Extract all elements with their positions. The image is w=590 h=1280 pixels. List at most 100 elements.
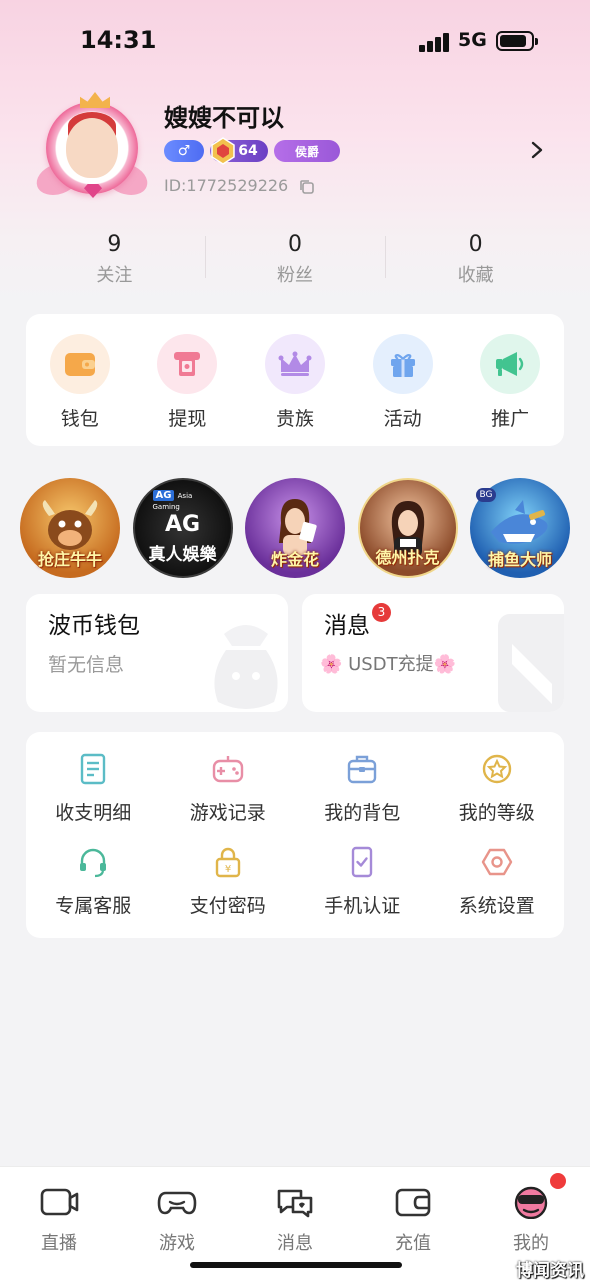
messages-card-title: 消息: [324, 613, 370, 639]
quick-action-withdraw[interactable]: 提现: [147, 334, 227, 446]
level-emblem-icon: [211, 137, 235, 165]
game-ag-live[interactable]: AG Asia Gaming AG 真人娛樂: [132, 478, 233, 578]
bobi-wallet-card[interactable]: 波币钱包 暂无信息: [26, 594, 288, 712]
quick-action-wallet[interactable]: 钱包: [40, 334, 120, 446]
bg-logo-icon: BG: [476, 488, 496, 502]
quick-action-label: 贵族: [275, 408, 314, 430]
game-label: 炸金花: [270, 550, 319, 569]
game-label: 抢庄牛牛: [37, 550, 102, 569]
tab-label: 充值: [395, 1233, 431, 1254]
game-texas-poker[interactable]: 德州扑克: [357, 478, 458, 578]
gift-icon: [372, 334, 433, 394]
gamepad-icon: [212, 756, 243, 783]
gamepad-tab-icon: [157, 1191, 197, 1215]
game-qiangzhuang-niuniu[interactable]: 抢庄牛牛: [20, 478, 120, 578]
battery-icon: [496, 31, 538, 51]
user-id: ID:1772529226: [164, 176, 289, 195]
username: 嫂嫂不可以: [164, 104, 284, 132]
tab-live[interactable]: 直播: [0, 1167, 118, 1280]
menu-item-backpack[interactable]: 我的背包: [295, 752, 430, 844]
quick-action-noble[interactable]: 贵族: [255, 334, 335, 446]
quick-actions-card: 钱包 提现 贵族 活动 推广: [26, 314, 564, 446]
stat-value: 0: [288, 232, 302, 257]
menu-item-payment-password[interactable]: ¥ 支付密码: [161, 845, 296, 937]
menu-label: 我的等级: [458, 802, 535, 824]
avatar[interactable]: [32, 92, 152, 204]
stat-value: 9: [107, 232, 122, 257]
menu-item-phone-verification[interactable]: 手机认证: [295, 845, 430, 937]
camera-icon: [40, 1188, 79, 1216]
menu-label: 游戏记录: [189, 802, 266, 824]
user-badges: ♂ 64 侯爵: [164, 137, 340, 165]
level-badge: 64: [210, 137, 268, 165]
phone-verify-icon: [352, 846, 373, 878]
stat-fans[interactable]: 0 粉丝: [204, 226, 386, 290]
menu-item-transactions[interactable]: 收支明细: [26, 752, 161, 844]
gender-badge: ♂: [164, 140, 204, 162]
menu-label: 专属客服: [55, 895, 132, 917]
wallet-card-subtitle: 暂无信息: [48, 654, 125, 676]
ag-logo: AG Asia Gaming: [152, 490, 217, 511]
stats-row: 9 关注 0 粉丝 0 收藏: [24, 226, 566, 290]
menu-item-settings[interactable]: 系统设置: [430, 845, 565, 937]
tab-label: 直播: [41, 1233, 77, 1254]
games-row: 抢庄牛牛 AG Asia Gaming AG 真人娛樂 炸金花 德州扑克 BG …: [20, 478, 570, 578]
status-bar: 14:31 5G: [0, 22, 590, 62]
watermark-text: 博闻资讯: [516, 1261, 584, 1280]
messages-card-subtitle: 🌸 USDT充提🌸: [320, 654, 457, 675]
svg-text:¥: ¥: [225, 864, 231, 875]
level-star-icon: [482, 754, 511, 784]
quick-action-label: 推广: [491, 408, 530, 430]
chevron-right-icon[interactable]: [528, 138, 546, 162]
unread-count-badge: 3: [372, 603, 391, 622]
withdraw-icon: [157, 334, 218, 394]
crown-icon: [264, 334, 325, 394]
stat-label: 收藏: [457, 265, 494, 286]
ag-title: AG: [164, 512, 201, 537]
ag-subtitle: 真人娛樂: [148, 545, 217, 565]
tab-label: 游戏: [159, 1233, 195, 1254]
profile-avatar-icon: [514, 1186, 548, 1220]
menu-label: 收支明细: [55, 802, 132, 824]
quick-action-promote[interactable]: 推广: [470, 334, 550, 446]
menu-label: 我的背包: [324, 802, 401, 824]
quick-action-label: 提现: [168, 408, 207, 430]
megaphone-icon: [480, 334, 541, 394]
wallet-icon: [49, 334, 110, 394]
game-zhajinhua[interactable]: 炸金花: [245, 478, 345, 578]
stat-label: 粉丝: [277, 265, 313, 286]
menu-item-customer-service[interactable]: 专属客服: [26, 845, 161, 937]
game-label: 德州扑克: [375, 548, 440, 567]
headset-icon: [80, 848, 107, 878]
lock-icon: ¥: [215, 847, 240, 878]
copy-icon[interactable]: [298, 178, 316, 196]
quick-action-events[interactable]: 活动: [363, 334, 443, 446]
backpack-icon: [348, 755, 377, 784]
stat-following[interactable]: 9 关注: [24, 226, 205, 290]
quick-action-label: 钱包: [60, 408, 99, 430]
menu-label: 支付密码: [189, 895, 266, 917]
messages-card[interactable]: 消息 3 🌸 USDT充提🌸: [302, 594, 564, 712]
quick-action-label: 活动: [383, 408, 422, 430]
game-fishing-master[interactable]: BG 捕鱼大师: [470, 478, 570, 578]
menu-item-my-level[interactable]: 我的等级: [430, 752, 565, 844]
noble-badge: 侯爵: [274, 140, 340, 162]
stat-value: 0: [468, 232, 483, 257]
stat-label: 关注: [96, 265, 133, 286]
tab-label: 我的: [513, 1233, 549, 1254]
services-menu-card: 收支明细 游戏记录 我的背包 我的等级 专属客服 ¥ 支付密码 手机认证 系统设…: [26, 732, 564, 938]
receipt-icon: [81, 753, 106, 785]
game-label: 捕鱼大师: [487, 550, 552, 569]
status-time: 14:31: [80, 26, 157, 54]
wallet-tab-icon: [395, 1188, 431, 1217]
gem-icon: [84, 184, 102, 198]
profile-header[interactable]: 嫂嫂不可以 ♂ 64 侯爵 ID:1772529226: [32, 92, 550, 212]
ag-brand: AG: [152, 490, 175, 501]
menu-item-game-records[interactable]: 游戏记录: [161, 752, 296, 844]
settings-icon: [481, 848, 512, 876]
wallet-card-title: 波币钱包: [48, 613, 140, 639]
signal-icon: [419, 32, 451, 52]
crown-icon: [80, 92, 110, 108]
stat-favorites[interactable]: 0 收藏: [385, 226, 566, 290]
chat-icon: [277, 1189, 313, 1218]
